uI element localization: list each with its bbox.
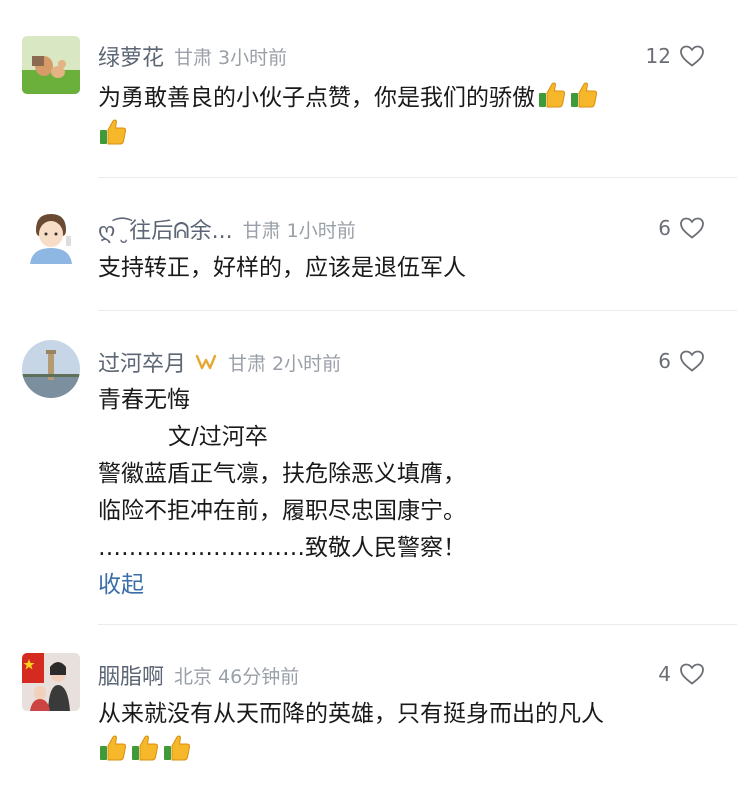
comment-line: 青春无悔 bbox=[98, 387, 190, 413]
location: 北京 bbox=[174, 665, 213, 688]
like-count: 12 bbox=[645, 44, 671, 68]
like-button[interactable]: 6 bbox=[658, 216, 705, 240]
comment-line: 警徽蓝盾正气凛，扶危除恶义填膺， bbox=[98, 461, 466, 487]
avatar[interactable] bbox=[22, 340, 80, 398]
timestamp: 3小时前 bbox=[218, 46, 288, 69]
vip-badge-icon bbox=[195, 354, 217, 370]
username[interactable]: 胭脂啊 bbox=[98, 659, 164, 691]
username[interactable]: 过河卒月 bbox=[98, 346, 186, 378]
like-count: 6 bbox=[658, 216, 671, 240]
divider bbox=[98, 624, 737, 625]
comment-line: 从来就没有从天而降的英雄，只有挺身而出的凡人 bbox=[98, 701, 604, 727]
timestamp: 1小时前 bbox=[286, 219, 356, 242]
heart-icon[interactable] bbox=[679, 44, 705, 68]
collapse-link[interactable]: 收起 bbox=[98, 567, 718, 604]
location: 甘肃 bbox=[228, 352, 267, 375]
comment-meta: 绿萝花 甘肃 3小时前 bbox=[98, 40, 287, 72]
like-count: 4 bbox=[658, 662, 671, 686]
comment-line: 为勇敢善良的小伙子点赞，你是我们的骄傲 bbox=[98, 85, 535, 111]
comment-line: ………………………致敬人民警察！ bbox=[98, 535, 466, 561]
like-button[interactable]: 4 bbox=[658, 662, 705, 686]
timestamp: 46分钟前 bbox=[218, 665, 300, 688]
like-button[interactable]: 12 bbox=[646, 44, 705, 68]
divider bbox=[98, 310, 737, 311]
thumbs-up-icon bbox=[569, 80, 599, 110]
divider bbox=[98, 177, 737, 178]
comment-text: 从来就没有从天而降的英雄，只有挺身而出的凡人 bbox=[98, 696, 718, 770]
location: 甘肃 bbox=[242, 219, 281, 242]
like-count: 6 bbox=[658, 349, 671, 373]
avatar[interactable] bbox=[22, 206, 80, 264]
comment-meta: 过河卒月 甘肃 2小时前 bbox=[98, 346, 341, 378]
like-button[interactable]: 6 bbox=[658, 349, 705, 373]
username[interactable]: ღ ͡ ̮往后ᕱ余... bbox=[98, 213, 233, 245]
avatar[interactable] bbox=[22, 653, 80, 711]
comment-text: 支持转正，好样的，应该是退伍军人 bbox=[98, 250, 718, 287]
thumbs-up-icon bbox=[130, 733, 160, 763]
comment-line: 支持转正，好样的，应该是退伍军人 bbox=[98, 255, 466, 281]
thumbs-up-icon bbox=[98, 117, 128, 147]
username[interactable]: 绿萝花 bbox=[98, 40, 164, 72]
heart-icon[interactable] bbox=[679, 349, 705, 373]
thumbs-up-icon bbox=[537, 80, 567, 110]
location: 甘肃 bbox=[174, 46, 213, 69]
comment-text: 青春无悔 文/过河卒 警徽蓝盾正气凛，扶危除恶义填膺， 临险不拒冲在前，履职尽忠… bbox=[98, 382, 718, 604]
thumbs-up-icon bbox=[98, 733, 128, 763]
comment-meta: ღ ͡ ̮往后ᕱ余... 甘肃 1小时前 bbox=[98, 213, 356, 245]
comment-text: 为勇敢善良的小伙子点赞，你是我们的骄傲 bbox=[98, 80, 718, 154]
heart-icon[interactable] bbox=[679, 216, 705, 240]
comment-meta: 胭脂啊 北京 46分钟前 bbox=[98, 659, 299, 691]
thumbs-up-icon bbox=[162, 733, 192, 763]
timestamp: 2小时前 bbox=[272, 352, 342, 375]
avatar[interactable] bbox=[22, 36, 80, 94]
comment-line: 文/过河卒 bbox=[168, 424, 268, 450]
comment-line: 临险不拒冲在前，履职尽忠国康宁。 bbox=[98, 498, 466, 524]
heart-icon[interactable] bbox=[679, 662, 705, 686]
